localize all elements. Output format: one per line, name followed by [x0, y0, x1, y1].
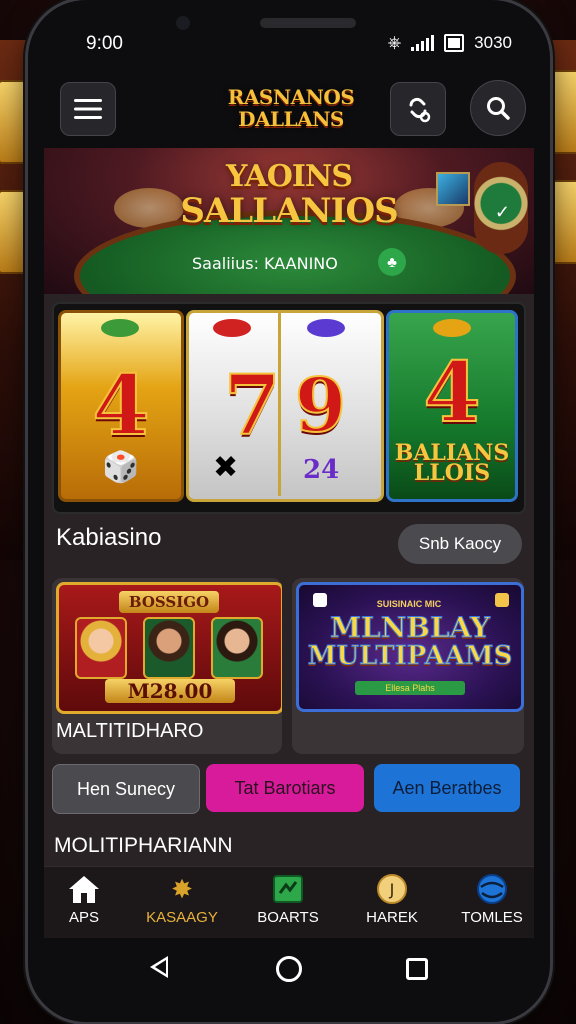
hotspot-icon: ⎈	[387, 33, 402, 52]
tab-tomles[interactable]: TOMLES	[452, 873, 532, 926]
menu-button[interactable]	[60, 82, 116, 136]
system-nav-bar	[28, 940, 550, 1002]
game-banner-strip: Ellesa Plahs	[355, 681, 465, 695]
status-time: 9:00	[86, 33, 123, 54]
status-right-text: 3030	[474, 33, 512, 52]
bottom-tab-bar: APS ✸ KASAAGY BOARTS J HAREK TOMLES	[44, 866, 534, 938]
speaker-notch	[260, 18, 356, 28]
game-card-label: MALTITIDHARO	[56, 720, 204, 742]
candy-icon: ✖	[213, 451, 239, 484]
logo-line2: DALLANS	[238, 107, 344, 131]
slot-machine[interactable]: 4 🎲 7 9 ✖ 24 4 BALIANS LLOIS	[52, 302, 526, 514]
game-thumbnail: BOSSIGO M28.00	[56, 582, 282, 714]
player-portrait	[211, 617, 263, 679]
globe-icon	[475, 873, 509, 905]
app-logo: RASNANOS DALLANS	[196, 86, 386, 130]
action-button-2[interactable]: Tat Barotiars	[206, 764, 364, 812]
board-icon	[271, 873, 305, 905]
tab-harek[interactable]: J HAREK	[352, 873, 432, 926]
slot-reel: 4 BALIANS LLOIS	[386, 310, 518, 502]
search-icon	[487, 97, 510, 120]
game-card[interactable]: SUISINAIC MIC MLNBLAY MULTIPAAMS Ellesa …	[292, 578, 524, 754]
tab-boarts[interactable]: BOARTS	[248, 873, 328, 926]
clover-icon: ♣	[378, 248, 406, 276]
reel-label: BALIANS LLOIS	[395, 442, 510, 486]
banner-title-line2: SALLANIOS	[180, 191, 398, 231]
share-button[interactable]	[390, 82, 446, 136]
hamburger-icon	[74, 99, 102, 119]
player-portrait	[75, 617, 127, 679]
svg-text:J: J	[389, 880, 395, 899]
reel-sub-symbol: 24	[303, 455, 340, 485]
signal-icon	[411, 35, 435, 51]
tab-label: HAREK	[366, 909, 418, 926]
banner-title-line1: YAOINS	[225, 159, 353, 194]
search-button[interactable]	[470, 80, 526, 136]
game-card[interactable]: BOSSIGO M28.00 MALTITIDHARO	[52, 578, 282, 754]
section-title: Kabiasino	[56, 524, 162, 551]
reel-label-line2: LLOIS	[413, 460, 491, 486]
tab-label: BOARTS	[257, 909, 319, 926]
reel-symbol: 7	[223, 358, 282, 454]
tab-apps[interactable]: APS	[44, 873, 124, 926]
game-tagline: SUISINAIC MIC	[376, 599, 442, 609]
cherry-icon	[213, 319, 251, 337]
banner-title: YAOINS SALLANIOS	[44, 159, 534, 231]
tab-label: APS	[68, 909, 99, 926]
dice-icon	[313, 593, 327, 607]
coin-icon: J	[375, 873, 409, 905]
recents-icon[interactable]	[406, 958, 428, 980]
banner-subtitle: Saaliius: KAANINO	[192, 254, 338, 273]
dice-icon: 🎲	[102, 451, 140, 484]
reel-symbol: 9	[294, 362, 347, 450]
slot-reel: 4 🎲	[58, 310, 184, 502]
hero-banner[interactable]: ✓ YAOINS SALLANIOS Saaliius: KAANINO ♣	[44, 148, 534, 294]
jackpot-amount: M28.00	[105, 679, 235, 703]
link-icon	[409, 97, 431, 123]
status-bar: 9:00 ⎈ 3030	[28, 30, 550, 60]
tab-kasaagy[interactable]: ✸ KASAAGY	[142, 873, 222, 926]
logo-line1: RASNANOS	[227, 85, 355, 109]
coin-icon	[433, 319, 471, 337]
game-badge: BOSSIGO	[119, 591, 219, 613]
home-circle-icon[interactable]	[276, 956, 302, 982]
slot-reel: 7 9 ✖ 24	[186, 310, 384, 502]
home-icon	[67, 873, 101, 905]
gem-icon	[101, 319, 139, 337]
reel-divider	[278, 310, 281, 496]
star-icon: ✸	[171, 874, 193, 904]
background-slot-machine	[546, 70, 576, 154]
game-title-line1: MLNBLAY	[330, 611, 491, 645]
player-portrait	[143, 617, 195, 679]
battery-icon	[444, 34, 465, 52]
tab-label: KASAAGY	[146, 909, 218, 926]
action-button-1[interactable]: Hen Sunecy	[52, 764, 200, 814]
crown-icon	[307, 319, 345, 337]
status-icons: ⎈ 3030	[388, 33, 512, 53]
reel-symbol: 4	[91, 358, 150, 454]
see-more-button[interactable]: Snb Kaocy	[398, 524, 522, 564]
section-title-2: MOLITIPHARIANN	[54, 834, 233, 857]
action-button-3[interactable]: Aen Beratbes	[374, 764, 520, 812]
phone-frame: 9:00 ⎈ 3030 RASNANOS DALLANS ✓ YAOINS SA…	[28, 0, 550, 1022]
coin-icon	[495, 593, 509, 607]
tab-label: TOMLES	[461, 909, 523, 926]
background-slot-machine	[546, 180, 576, 264]
front-camera	[176, 16, 190, 30]
app-content: ✓ YAOINS SALLANIOS Saaliius: KAANINO ♣ 4…	[44, 148, 534, 938]
game-title-line2: MULTIPAAMS	[307, 641, 513, 672]
app-bar: RASNANOS DALLANS	[28, 78, 550, 142]
game-thumbnail: SUISINAIC MIC MLNBLAY MULTIPAAMS Ellesa …	[296, 582, 524, 712]
reel-symbol: 4	[422, 345, 481, 441]
back-icon[interactable]	[150, 956, 168, 978]
